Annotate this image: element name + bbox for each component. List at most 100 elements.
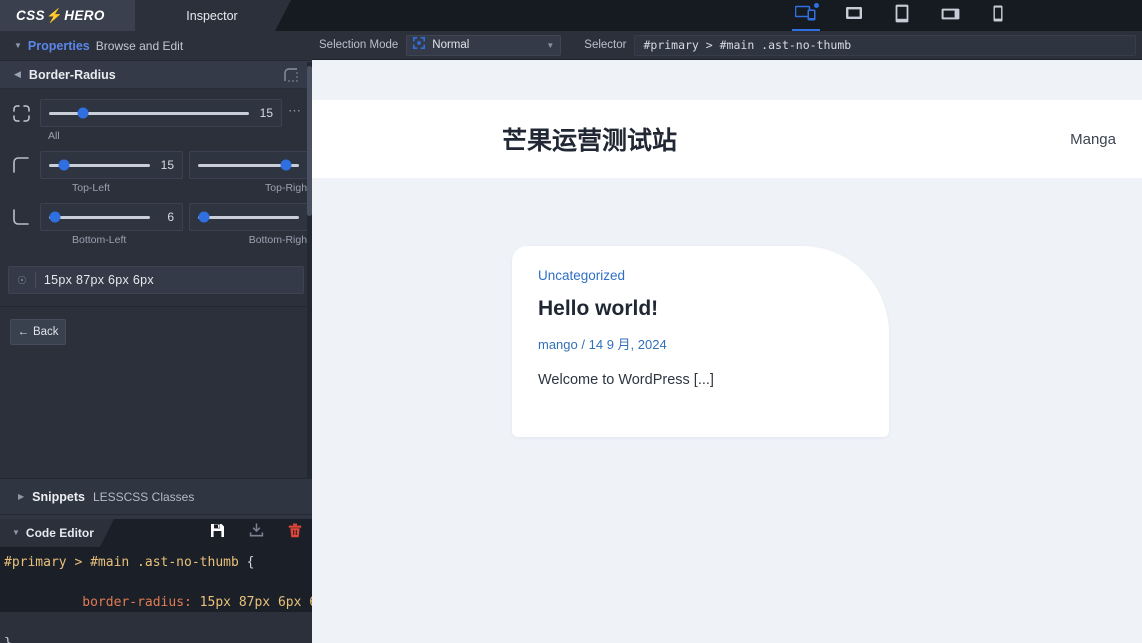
properties-subtitle: Browse and Edit	[95, 38, 184, 53]
post-author[interactable]: mango	[538, 337, 578, 352]
mobile-device-icon	[993, 5, 1003, 27]
radius-corner-grid: 15 Top-Left 87 Top-Right	[8, 151, 359, 246]
radius-bottom-row: 6 Bottom-Left 6 Bottom-Right	[8, 203, 359, 246]
responsive-device-button[interactable]	[792, 0, 820, 31]
chevron-down-icon: ▼	[12, 528, 20, 537]
top-bar: CSS⚡HERO Inspector	[0, 0, 1142, 31]
selection-mode-value: Normal	[432, 39, 470, 51]
tablet-portrait-device-icon	[895, 4, 909, 28]
delete-icon[interactable]	[288, 523, 302, 543]
device-preview-toolbar	[792, 0, 1012, 31]
site-preview[interactable]: 芒果运营测试站 Manga Uncategorized Hello world!…	[312, 60, 1142, 643]
selection-mode-select[interactable]: Normal ▼	[406, 34, 562, 56]
code-editor-tools	[210, 519, 302, 547]
code-property-text: border-radius:	[66, 595, 192, 611]
at-symbol-icon: ☉	[17, 274, 27, 287]
chevron-down-icon: ▼	[14, 40, 22, 50]
preview-site-header: 芒果运营测试站 Manga	[312, 100, 1142, 178]
radius-top-left-value: 15	[160, 158, 174, 172]
back-button[interactable]: ← Back	[10, 319, 66, 345]
preview-site-title: 芒果运营测试站	[502, 127, 678, 155]
desktop-device-icon	[845, 6, 863, 26]
post-title[interactable]: Hello world!	[538, 297, 863, 321]
corner-bottom-left-icon	[8, 203, 34, 231]
border-radius-section-icon	[284, 68, 298, 87]
lightning-bolt-icon: ⚡	[45, 7, 64, 23]
selection-mode-label: Selection Mode	[319, 39, 399, 51]
export-icon[interactable]	[249, 523, 264, 543]
radius-top-left-thumb[interactable]	[58, 159, 70, 171]
radius-bottom-right-thumb[interactable]	[198, 211, 210, 223]
border-radius-controls: ⋯ 15 All 15 Top-Left Top-Right 6 Bottom-…	[0, 89, 359, 252]
sidebar-divider	[0, 306, 312, 307]
selector-input[interactable]: #primary > #main .ast-no-thumb	[634, 34, 1136, 56]
tab-inspector-label: Inspector	[186, 8, 238, 23]
tablet-portrait-device-button[interactable]	[888, 0, 916, 31]
preview-nav-item[interactable]: Manga	[1070, 131, 1116, 148]
code-editor-content[interactable]: #primary > #main .ast-no-thumb { border-…	[0, 547, 341, 643]
code-line-selector: #primary > #main .ast-no-thumb {	[4, 553, 312, 573]
radius-top-left-track[interactable]	[49, 159, 150, 171]
chevron-right-icon: ▶	[18, 491, 25, 501]
code-close-brace: }	[4, 634, 312, 643]
back-button-label: Back	[32, 326, 59, 338]
border-radius-section-title: Border-Radius	[28, 67, 116, 82]
preview-post-card[interactable]: Uncategorized Hello world! mango / 14 9 …	[512, 246, 889, 437]
border-radius-value-text: 15px 87px 6px 6px	[43, 273, 154, 287]
more-options-icon[interactable]: ⋯	[288, 103, 302, 119]
tab-inspector[interactable]: Inspector	[135, 0, 291, 31]
post-category-link[interactable]: Uncategorized	[538, 268, 863, 283]
tab-code-editor[interactable]: ▼ Code Editor	[0, 519, 114, 547]
selector-value: #primary > #main .ast-no-thumb	[643, 38, 852, 52]
radius-top-right-thumb[interactable]	[280, 159, 292, 171]
tablet-landscape-device-button[interactable]	[936, 0, 964, 31]
tablet-landscape-device-icon	[941, 7, 960, 25]
post-meta-separator: /	[581, 337, 585, 352]
logo-css-text: CSS	[16, 7, 45, 23]
desktop-device-button[interactable]	[840, 0, 868, 31]
corner-top-left-icon	[8, 151, 34, 179]
selection-target-icon	[413, 36, 426, 54]
back-arrow-icon: ←	[17, 326, 29, 338]
code-line-declaration: border-radius: 15px 87px 6px 6px;	[4, 573, 340, 633]
radius-top-right-track[interactable]	[198, 159, 299, 171]
radius-top-left-slider[interactable]: 15	[40, 151, 183, 179]
properties-header[interactable]: ▼ Properties Browse and Edit	[0, 31, 312, 61]
radius-top-left-label: Top-Left	[72, 182, 110, 194]
radius-all-value: 15	[259, 106, 273, 120]
csshero-logo[interactable]: CSS⚡HERO	[0, 0, 150, 31]
accordion-snippets[interactable]: ▶ Snippets LESSCSS Classes	[0, 478, 312, 514]
radius-all-label: All	[48, 130, 60, 142]
mobile-device-button[interactable]	[984, 0, 1012, 31]
radius-top-row: 15 Top-Left 87 Top-Right	[8, 151, 359, 194]
logo-text: CSS⚡HERO	[16, 8, 105, 24]
radius-all-thumb[interactable]	[77, 107, 89, 119]
properties-title: Properties	[27, 38, 90, 53]
accordion-snippets-subtitle: LESSCSS Classes	[92, 489, 195, 504]
code-editor-tab-label: Code Editor	[25, 526, 94, 540]
post-excerpt: Welcome to WordPress [...]	[538, 372, 714, 388]
csshero-inspector-app: CSS⚡HERO Inspector Selection Mode Normal…	[0, 0, 1142, 643]
radius-bottom-left-slider[interactable]: 6	[40, 203, 183, 231]
radius-bottom-left-value: 6	[167, 210, 174, 224]
radius-all-track[interactable]	[49, 107, 249, 119]
post-meta: mango / 14 9 月, 2024	[538, 334, 863, 353]
code-editor-tabbar: ▼ Code Editor	[0, 519, 312, 547]
radius-bottom-right-track[interactable]	[198, 211, 299, 223]
border-radius-value-input[interactable]: ☉ 15px 87px 6px 6px	[8, 266, 304, 294]
selection-toolbar: Selection Mode Normal ▼ Selector #primar…	[312, 31, 1142, 60]
border-radius-section-header[interactable]: ◀ Border-Radius	[0, 61, 312, 89]
radius-bottom-left-thumb[interactable]	[49, 211, 61, 223]
post-date: 14 9 月, 2024	[588, 337, 667, 352]
responsive-device-indicator-dot	[814, 3, 819, 8]
radius-bottom-left-track[interactable]	[49, 211, 150, 223]
radius-top-left-cell: 15 Top-Left	[40, 151, 183, 194]
radius-all-slider[interactable]: 15	[40, 99, 282, 127]
logo-hero-text: HERO	[64, 7, 105, 23]
code-selector-text: #primary > #main .ast-no-thumb	[4, 555, 239, 570]
radius-bottom-left-label: Bottom-Left	[72, 234, 127, 246]
save-icon[interactable]	[210, 523, 225, 543]
selector-label: Selector	[584, 39, 627, 51]
radius-all-row: 15	[8, 99, 304, 127]
code-editor-panel: ▼ Code Editor #primary > #main .ast-no-t…	[0, 519, 341, 643]
